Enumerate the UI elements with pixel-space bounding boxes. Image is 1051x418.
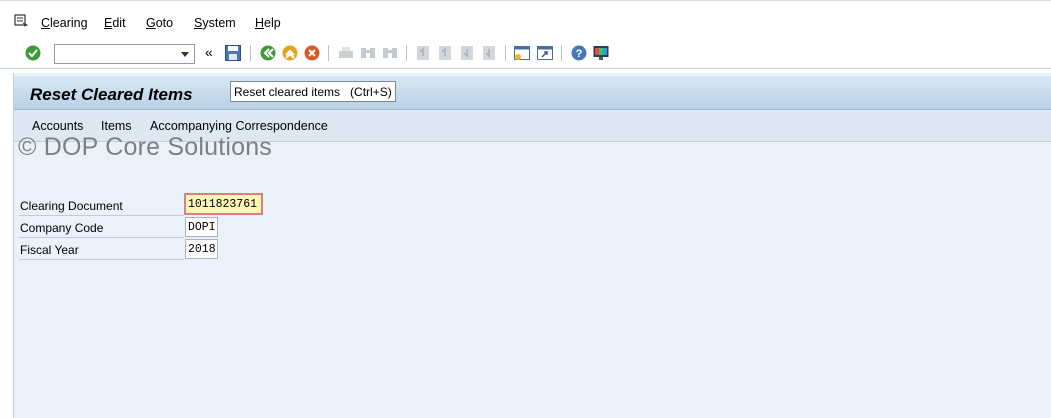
- customize-layout-icon[interactable]: [592, 44, 610, 62]
- company-code-row: Company Code: [19, 216, 184, 238]
- toolbar-separator: [505, 45, 506, 61]
- exit-icon[interactable]: [281, 44, 299, 62]
- accompanying-correspondence-button[interactable]: Accompanying Correspondence: [150, 119, 328, 133]
- back-icon[interactable]: [259, 44, 277, 62]
- find-icon: [361, 48, 375, 58]
- fiscal-year-field[interactable]: 2018: [185, 239, 218, 259]
- first-page-icon: [417, 46, 429, 60]
- collapse-arrows-icon[interactable]: «: [205, 44, 213, 60]
- menu-edit[interactable]: Edit: [104, 16, 126, 30]
- clearing-document-row: Clearing Document: [19, 194, 184, 216]
- accounts-button[interactable]: Accounts: [32, 119, 83, 133]
- menu-icon[interactable]: [14, 13, 28, 27]
- next-page-icon: [461, 46, 473, 60]
- menu-goto[interactable]: Goto: [146, 16, 173, 30]
- print-icon: [339, 47, 353, 58]
- watermark: © DOP Core Solutions: [18, 133, 273, 161]
- clearing-document-field[interactable]: 1011823761: [184, 193, 263, 215]
- main-screen: Reset Cleared Items Reset cleared items …: [13, 73, 1051, 418]
- enter-icon[interactable]: [24, 44, 42, 62]
- company-code-field[interactable]: DOPI: [185, 217, 218, 237]
- toolbar-separator: [328, 45, 329, 61]
- find-next-icon: [383, 48, 397, 58]
- menu-clearing[interactable]: Clearing: [41, 16, 88, 30]
- save-icon[interactable]: [224, 44, 242, 62]
- toolbar-separator: [561, 45, 562, 61]
- previous-page-icon: [439, 46, 451, 60]
- menu-system[interactable]: System: [194, 16, 236, 30]
- menu-bar: Clearing Edit Goto System Help: [0, 0, 1051, 38]
- cancel-icon[interactable]: [303, 44, 321, 62]
- fiscal-year-row: Fiscal Year: [19, 238, 184, 260]
- chevron-down-icon[interactable]: [181, 52, 189, 57]
- toolbar-separator: [250, 45, 251, 61]
- shortcut-icon[interactable]: [536, 44, 554, 62]
- command-field[interactable]: [54, 44, 195, 64]
- items-button[interactable]: Items: [101, 119, 132, 133]
- menu-help[interactable]: Help: [255, 16, 281, 30]
- fiscal-year-label: Fiscal Year: [20, 243, 79, 257]
- create-session-icon[interactable]: [513, 44, 531, 62]
- last-page-icon: [483, 46, 495, 60]
- company-code-label: Company Code: [20, 221, 104, 235]
- help-icon[interactable]: ?: [570, 44, 588, 62]
- svg-text:?: ?: [576, 48, 583, 60]
- toolbar-separator: [406, 45, 407, 61]
- standard-toolbar: « ?: [0, 38, 1051, 69]
- page-title: Reset Cleared Items: [30, 85, 193, 104]
- clearing-document-label: Clearing Document: [20, 199, 123, 213]
- title-bar: Reset Cleared Items Reset cleared items …: [14, 76, 1051, 110]
- save-tooltip: Reset cleared items (Ctrl+S): [230, 81, 396, 102]
